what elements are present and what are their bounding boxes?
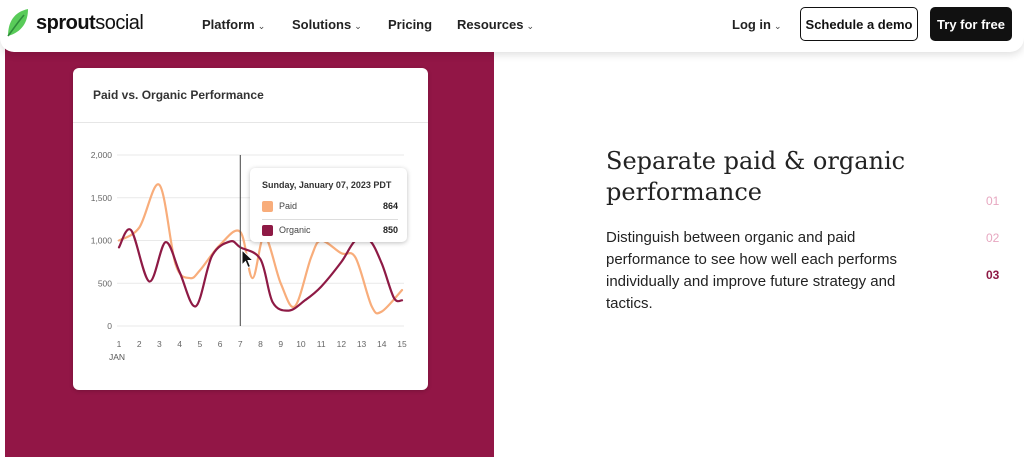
x-tick-label: 1 <box>117 339 122 349</box>
x-tick-label: 4 <box>177 339 182 349</box>
step-indicator-01[interactable]: 01 <box>986 194 999 208</box>
brand-name: sproutsocial <box>36 11 144 35</box>
top-navigation: sproutsocial Platform ⌄ Solutions ⌄ Pricin… <box>0 0 1024 52</box>
chevron-down-icon: ⌄ <box>774 21 782 31</box>
x-tick-label: 13 <box>357 339 367 349</box>
chevron-down-icon: ⌄ <box>257 21 266 31</box>
tooltip-date: Sunday, January 07, 2023 PDT <box>262 180 392 190</box>
chart-tooltip: Sunday, January 07, 2023 PDT Paid 864 Or… <box>250 168 407 242</box>
page: Paid vs. Organic Performance 0 500 1,000 1,… <box>0 0 1024 457</box>
x-tick-label: 2 <box>137 339 142 349</box>
nav-solutions-label: Solutions <box>292 17 352 32</box>
x-tick-label: 11 <box>317 339 326 349</box>
x-tick-label: 6 <box>218 339 223 349</box>
brand-name-bold: sprout <box>36 11 96 34</box>
x-tick-label: 5 <box>197 339 202 349</box>
mouse-pointer-icon <box>241 249 255 269</box>
try-free-button[interactable]: Try for free <box>930 7 1012 41</box>
paid-swatch <box>262 201 273 212</box>
section-description: Distinguish between organic and paid per… <box>606 229 897 312</box>
sproutsocial-logo[interactable]: sproutsocial <box>6 8 144 38</box>
x-tick-label: 7 <box>238 339 243 349</box>
tooltip-organic-value: 850 <box>382 225 398 235</box>
x-tick-label: 12 <box>337 339 347 349</box>
tooltip-divider <box>262 219 398 220</box>
chevron-down-icon: ⌄ <box>526 21 535 31</box>
y-tick-label: 500 <box>98 278 112 288</box>
x-tick-label: 9 <box>278 339 283 349</box>
nav-platform-label: Platform <box>202 17 255 32</box>
sprout-leaf-icon <box>7 9 28 37</box>
x-tick-label: 3 <box>157 339 162 349</box>
schedule-demo-button[interactable]: Schedule a demo <box>800 7 918 41</box>
y-tick-label: 2,000 <box>91 150 113 160</box>
nav-pricing[interactable]: Pricing <box>388 17 432 32</box>
x-axis-month-label: JAN <box>109 352 125 362</box>
nav-solutions[interactable]: Solutions ⌄ <box>292 17 362 32</box>
tooltip-paid-label: Paid <box>279 201 298 211</box>
x-tick-label: 10 <box>296 339 306 349</box>
x-tick-label: 8 <box>258 339 263 349</box>
tooltip-paid-value: 864 <box>382 201 398 211</box>
x-tick-label: 15 <box>397 339 407 349</box>
brand-name-light: social <box>95 11 144 34</box>
step-indicator-02[interactable]: 02 <box>986 231 999 245</box>
step-indicator-03[interactable]: 03 <box>986 268 999 282</box>
chevron-down-icon: ⌄ <box>354 21 362 31</box>
x-tick-label: 14 <box>377 339 387 349</box>
nav-platform[interactable]: Platform ⌄ <box>202 17 265 32</box>
y-tick-label: 0 <box>107 321 112 331</box>
nav-resources-label: Resources <box>457 17 524 32</box>
tooltip-row-organic: Organic 850 <box>262 224 398 238</box>
nav-login-label: Log in <box>732 17 771 32</box>
y-tick-label: 1,000 <box>91 236 113 246</box>
tooltip-row-paid: Paid 864 <box>262 200 398 214</box>
organic-swatch <box>262 225 273 236</box>
nav-resources[interactable]: Resources ⌄ <box>457 17 534 32</box>
y-tick-label: 1,500 <box>91 193 113 203</box>
tooltip-organic-label: Organic <box>279 225 311 235</box>
nav-login[interactable]: Log in ⌄ <box>732 17 782 32</box>
section-heading: Separate paid & organic performance <box>606 147 906 206</box>
